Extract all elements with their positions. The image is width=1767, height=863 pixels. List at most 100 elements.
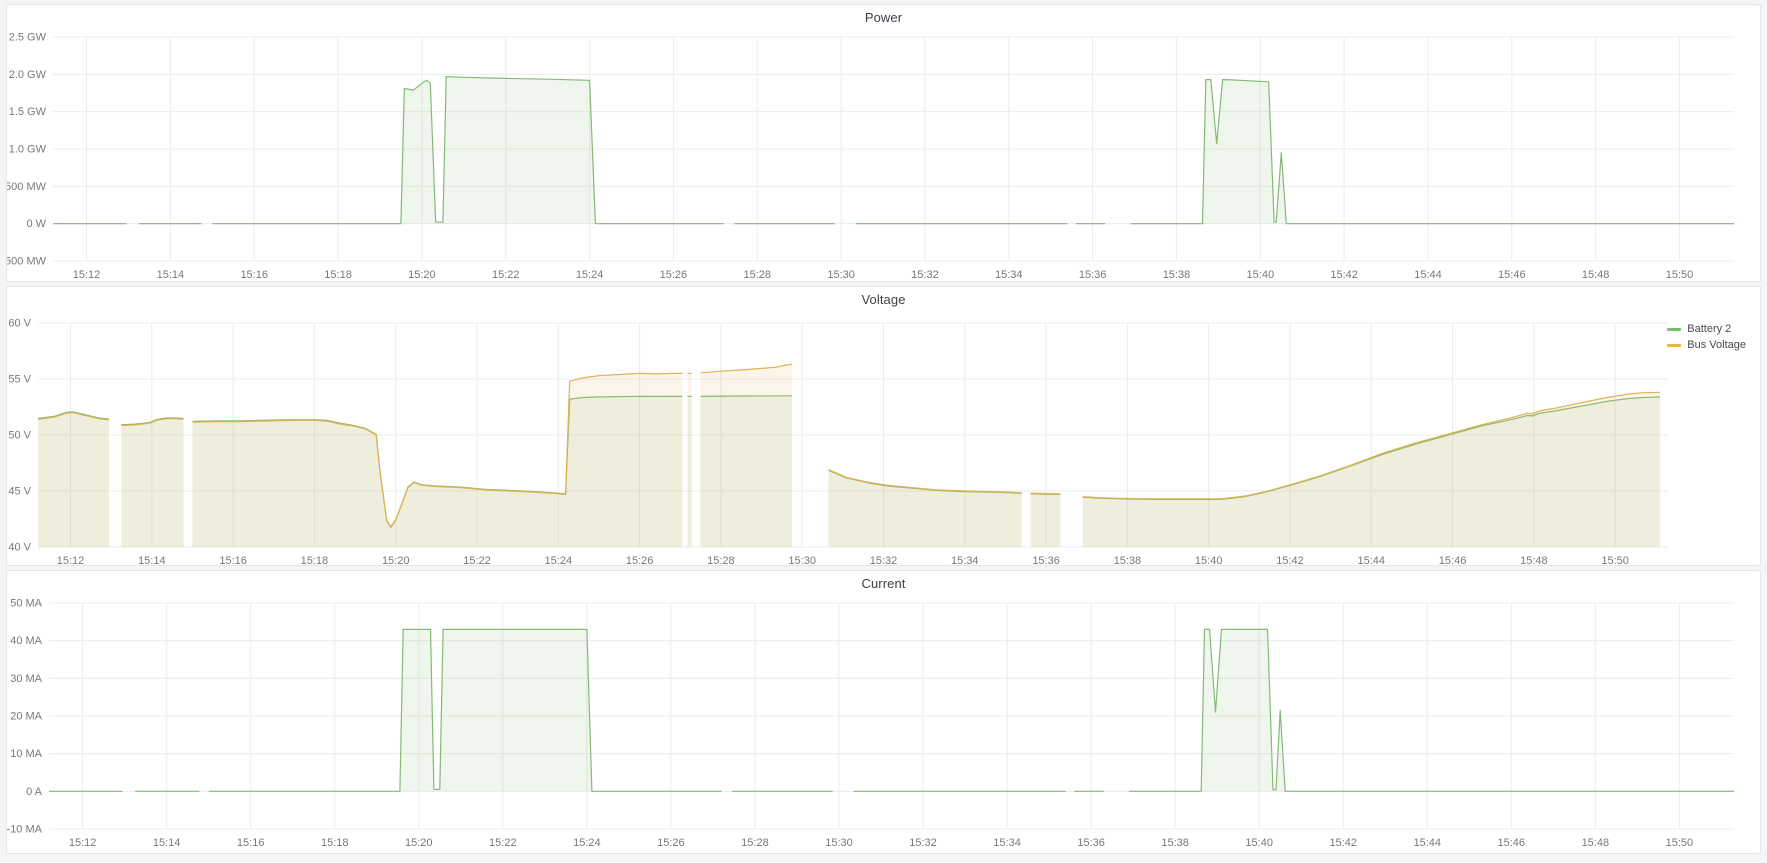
time-axis-label: 15:22 — [492, 269, 520, 281]
time-axis-label: 15:16 — [237, 837, 265, 849]
value-axis-label: 40 MA — [10, 635, 42, 647]
current-chart-canvas[interactable]: 15:12 15:14 15:16 15:18 15:20 15:22 15:24 15:26… — [7, 597, 1760, 853]
series-area-bus-voltage — [688, 373, 692, 547]
time-axis-label: 15:22 — [489, 837, 517, 849]
value-axis-label: 500 MW — [7, 181, 47, 193]
time-axis-label: 15:50 — [1601, 555, 1629, 565]
series-area-bus-voltage — [1031, 493, 1061, 547]
series-area-bus-voltage — [121, 419, 183, 547]
value-axis-label: 1.0 GW — [9, 144, 47, 156]
value-axis-label: 10 MA — [10, 748, 42, 760]
legend-series-color-dash-icon — [1667, 344, 1681, 347]
legend: Battery 2 Bus Voltage — [1667, 323, 1746, 351]
value-axis-label: 0 A — [26, 786, 43, 798]
time-axis-label: 15:44 — [1414, 269, 1442, 281]
time-axis-label: 15:36 — [1077, 837, 1105, 849]
time-axis-label: 15:26 — [657, 837, 685, 849]
legend-item-label: Bus Voltage — [1687, 339, 1746, 351]
time-axis-label: 15:30 — [825, 837, 853, 849]
series-line-bus-voltage — [1031, 493, 1061, 494]
value-axis-label: -500 MW — [7, 256, 47, 268]
value-axis-label: 30 MA — [10, 673, 42, 685]
time-axis-label: 15:28 — [707, 555, 735, 565]
time-axis-label: 15:16 — [219, 555, 247, 565]
time-axis-label: 15:46 — [1498, 837, 1526, 849]
time-axis-label: 15:44 — [1413, 837, 1441, 849]
time-axis-label: 15:20 — [382, 555, 410, 565]
panel-power: Power 15:1215:1415:1615:1815:2015:2215:2… — [6, 4, 1761, 282]
value-axis-label: 1.5 GW — [9, 106, 47, 118]
time-axis-label: 15:20 — [405, 837, 433, 849]
time-axis-label: 15:42 — [1330, 269, 1358, 281]
value-axis-label: 50 MA — [10, 598, 42, 610]
time-axis-label: 15:32 — [909, 837, 937, 849]
time-axis-label: 15:18 — [301, 555, 329, 565]
time-axis-label: 15:26 — [660, 269, 688, 281]
panel-voltage: Voltage Battery 2Bus Voltage 15:1215:141… — [6, 286, 1761, 566]
time-axis-label: 15:34 — [951, 555, 979, 565]
value-axis-label: 20 MA — [10, 711, 42, 723]
value-axis-label: 2.5 GW — [9, 32, 47, 44]
time-axis-label: 15:30 — [827, 269, 855, 281]
time-axis-label: 15:24 — [576, 269, 604, 281]
time-axis-label: 15:26 — [626, 555, 654, 565]
time-axis-label: 15:34 — [995, 269, 1023, 281]
time-axis-label: 15:40 — [1247, 269, 1275, 281]
time-axis-label: 15:34 — [993, 837, 1021, 849]
time-axis-label: 15:42 — [1276, 555, 1304, 565]
value-axis-label: 60 V — [8, 318, 31, 330]
time-axis-label: 15:38 — [1114, 555, 1142, 565]
power-chart-canvas[interactable]: 15:1215:1415:1615:1815:2015:2215:2415:26… — [7, 31, 1760, 281]
value-axis-label: 2.0 GW — [9, 69, 47, 81]
time-axis-label: 15:36 — [1032, 555, 1060, 565]
time-axis-label: 15:50 — [1666, 269, 1694, 281]
time-axis-label: 15:22 — [463, 555, 491, 565]
time-axis-label: 15:14 — [153, 837, 181, 849]
time-axis-label: 15:38 — [1161, 837, 1189, 849]
series-area-bus-voltage — [829, 470, 1022, 547]
value-axis-label: 45 V — [8, 486, 31, 498]
current-chart-area: 15:12 15:14 15:16 15:18 15:20 15:22 15:24 15:26… — [7, 597, 1760, 853]
time-axis-label: 15:32 — [911, 269, 939, 281]
panel-current-title: Current — [7, 571, 1760, 597]
time-axis-label: 15:50 — [1666, 837, 1694, 849]
time-axis-label: 15:12 — [69, 837, 97, 849]
time-axis-label: 15:32 — [870, 555, 898, 565]
legend-item-label: Battery 2 — [1687, 323, 1731, 335]
value-axis-label: 40 V — [8, 542, 31, 554]
time-axis-label: 15:12 — [73, 269, 101, 281]
power-chart-area: 15:1215:1415:1615:1815:2015:2215:2415:26… — [7, 31, 1760, 281]
time-axis-label: 15:42 — [1329, 837, 1357, 849]
legend-item-bus-voltage[interactable]: Bus Voltage — [1667, 339, 1746, 351]
time-axis-label: 15:28 — [741, 837, 769, 849]
value-axis-label: 50 V — [8, 430, 31, 442]
time-axis-label: 15:44 — [1358, 555, 1386, 565]
time-axis-label: 15:24 — [545, 555, 573, 565]
time-axis-label: 15:18 — [321, 837, 349, 849]
series-area-bus-voltage — [38, 413, 109, 547]
time-axis-label: 15:14 — [157, 269, 185, 281]
value-axis-label: 55 V — [8, 374, 31, 386]
time-axis-label: 15:12 — [57, 555, 85, 565]
time-axis-label: 15:48 — [1520, 555, 1548, 565]
panel-current: Current 15:1215:1415:1615:1815:2015:2215… — [6, 570, 1761, 854]
time-axis-label: 15:16 — [240, 269, 268, 281]
dashboard: Power 15:12 15:14 15:16 15:18 15:20 15:22 15:2… — [0, 0, 1767, 858]
time-axis-label: 15:38 — [1163, 269, 1191, 281]
time-axis-label: 15:46 — [1439, 555, 1467, 565]
time-axis-label: 15:28 — [743, 269, 771, 281]
voltage-chart-area: 15:1215:1415:1615:1815:2015:2215:2415:26… — [7, 313, 1760, 565]
time-axis-label: 15:48 — [1582, 837, 1610, 849]
time-axis-label: 15:24 — [573, 837, 601, 849]
panel-power-title: Power — [7, 5, 1760, 31]
series-area-current — [209, 629, 722, 791]
voltage-chart-canvas[interactable]: 15:1215:1415:1615:1815:2015:2215:2415:26… — [7, 313, 1760, 565]
series-area-bus-voltage — [193, 373, 683, 547]
legend-item-battery-2[interactable]: Battery 2 — [1667, 323, 1746, 335]
series-area-bus-voltage — [701, 364, 792, 547]
time-axis-label: 15:18 — [324, 269, 352, 281]
value-axis-label: 0 W — [26, 218, 46, 230]
value-axis-label: -10 MA — [7, 824, 43, 836]
time-axis-label: 15:36 — [1079, 269, 1107, 281]
panel-voltage-title: Voltage — [7, 287, 1760, 313]
